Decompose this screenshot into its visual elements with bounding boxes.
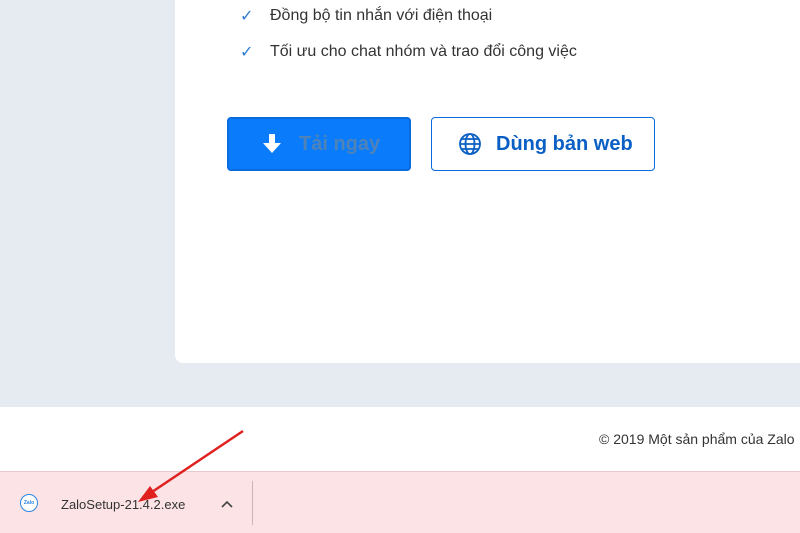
page-footer: © 2019 Một sản phẩm của Zalo — [0, 407, 800, 471]
checkmark-icon: ✓ — [240, 8, 254, 25]
copyright-text: © 2019 Một sản phẩm của Zalo — [599, 431, 795, 447]
chevron-up-icon[interactable] — [219, 497, 235, 511]
browser-download-bar: Zalo ZaloSetup-21.4.2.exe — [0, 471, 800, 533]
use-web-version-button[interactable]: Dùng bản web — [431, 117, 655, 171]
feature-item: ✓ Đồng bộ tin nhắn với điện thoại — [240, 6, 492, 26]
feature-item: ✓ Tối ưu cho chat nhóm và trao đổi công … — [240, 42, 577, 62]
downloaded-file-name[interactable]: ZaloSetup-21.4.2.exe — [61, 497, 185, 512]
use-web-version-label: Dùng bản web — [496, 132, 633, 155]
feature-text: Tối ưu cho chat nhóm và trao đổi công vi… — [270, 43, 577, 60]
feature-text: Đồng bộ tin nhắn với điện thoại — [270, 7, 493, 24]
download-now-label: Tải ngay — [299, 132, 381, 155]
zalo-file-icon[interactable]: Zalo — [20, 494, 38, 512]
globe-icon — [459, 133, 481, 155]
checkmark-icon: ✓ — [240, 44, 254, 61]
download-bar-divider — [252, 481, 253, 525]
download-arrow-icon — [263, 134, 281, 153]
download-now-button[interactable]: Tải ngay — [227, 117, 411, 171]
zalo-file-icon-text: Zalo — [23, 500, 35, 506]
